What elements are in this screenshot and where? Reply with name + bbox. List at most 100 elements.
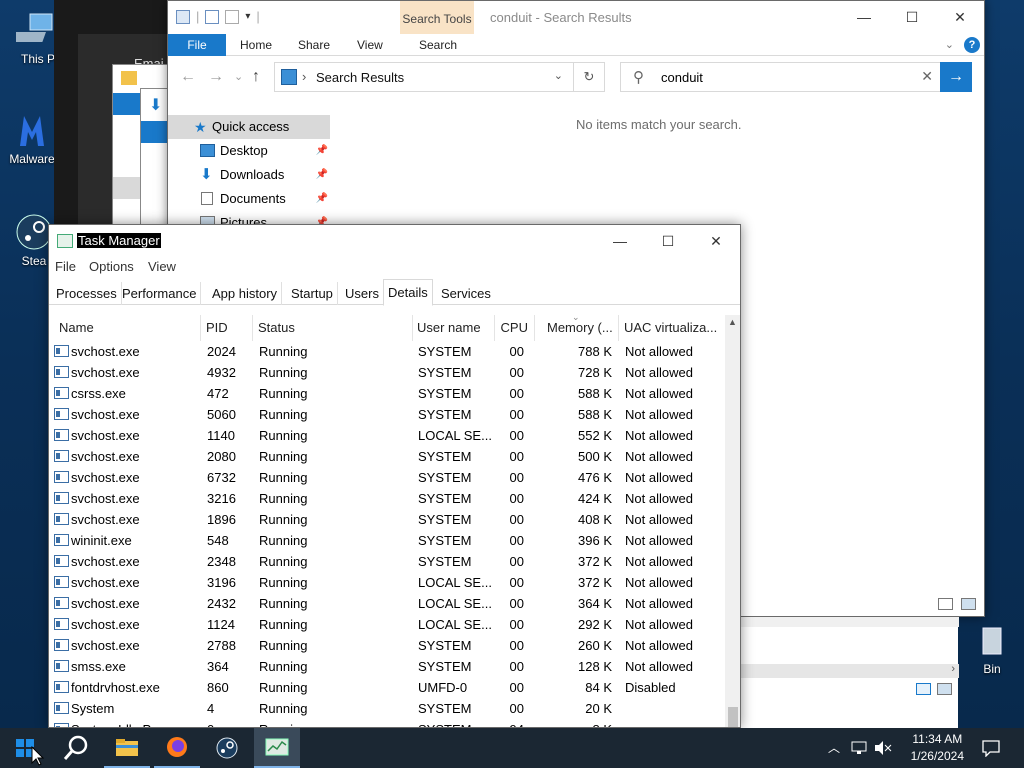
nav-item-downloads[interactable]: ⬇ Downloads 📌 xyxy=(168,163,330,187)
search-input[interactable]: conduit xyxy=(661,70,703,85)
forward-arrow-icon[interactable]: → xyxy=(208,68,224,86)
column-cpu[interactable]: CPU xyxy=(495,315,535,341)
menu-file[interactable]: File xyxy=(55,259,76,274)
search-go-button[interactable]: → xyxy=(940,62,972,92)
tab-performance[interactable]: Performance xyxy=(118,282,202,305)
task-manager-titlebar[interactable]: Task Manager — ☐ ✕ xyxy=(49,225,740,257)
ribbon-tab-share[interactable]: Share xyxy=(298,34,330,56)
process-row[interactable]: svchost.exe 1140 Running LOCAL SE... 00 552 K… xyxy=(49,425,725,446)
menu-view[interactable]: View xyxy=(148,259,176,274)
cell-name: csrss.exe xyxy=(71,386,126,401)
search-box[interactable]: ⚲ conduit ✕ xyxy=(620,62,942,92)
window-controls: — ☐ ✕ xyxy=(596,225,740,257)
process-row[interactable]: svchost.exe 1124 Running LOCAL SE... 00 292 K… xyxy=(49,614,725,635)
tab-users[interactable]: Users xyxy=(341,282,384,305)
firefox-taskbar-button[interactable] xyxy=(154,728,200,768)
nav-item-desktop[interactable]: Desktop 📌 xyxy=(168,139,330,163)
recent-locations-icon[interactable]: ⌄ xyxy=(234,70,243,83)
process-row[interactable]: wininit.exe 548 Running SYSTEM 00 396 K Not al… xyxy=(49,530,725,551)
notifications-icon[interactable] xyxy=(982,739,1000,768)
network-icon[interactable] xyxy=(851,740,867,768)
process-row[interactable]: System Idle Process 0 Running SYSTEM94 8 K xyxy=(49,719,725,727)
show-hidden-icons-icon[interactable]: ︿ xyxy=(828,728,844,768)
scroll-up-icon[interactable]: ▲ xyxy=(728,317,737,327)
search-taskbar-button[interactable] xyxy=(52,728,100,768)
column-uac-virtualization[interactable]: UAC virtualiza... xyxy=(620,315,725,341)
column-status[interactable]: Status xyxy=(254,315,413,341)
background-explorer-window-2[interactable]: ⬇ xyxy=(140,88,171,238)
column-memory[interactable]: Memory (... xyxy=(543,315,619,341)
process-row[interactable]: System 4 Running SYSTEM 00 20 K xyxy=(49,698,725,719)
breadcrumb-chevron-icon[interactable]: › xyxy=(302,69,306,84)
process-row[interactable]: svchost.exe 2024 Running SYSTEM 00 788 K Not a… xyxy=(49,341,725,362)
tab-details[interactable]: Details xyxy=(383,279,433,306)
explorer-titlebar[interactable]: | ▾ | Search Tools conduit - Search Resu… xyxy=(168,1,984,34)
ribbon-tab-view[interactable]: View xyxy=(357,34,383,56)
help-icon[interactable]: ? xyxy=(964,37,980,53)
tab-services[interactable]: Services xyxy=(437,282,495,305)
tab-processes[interactable]: Processes xyxy=(52,282,122,305)
process-row[interactable]: svchost.exe 2080 Running SYSTEM 00 500 K Not a… xyxy=(49,446,725,467)
process-row[interactable]: svchost.exe 2348 Running SYSTEM 00 372 K Not a… xyxy=(49,551,725,572)
nav-item-documents[interactable]: Documents 📌 xyxy=(168,187,330,211)
process-row[interactable]: svchost.exe 1896 Running SYSTEM 00 408 K Not a… xyxy=(49,509,725,530)
address-dropdown-icon[interactable]: ⌄ xyxy=(554,69,563,82)
pin-icon[interactable]: 📌 xyxy=(316,187,328,211)
process-row[interactable]: smss.exe 364 Running SYSTEM 00 128 K Not allow… xyxy=(49,656,725,677)
back-arrow-icon[interactable]: ← xyxy=(180,68,196,86)
process-row[interactable]: csrss.exe 472 Running SYSTEM 00 588 K Not allo… xyxy=(49,383,725,404)
ribbon-tab-search[interactable]: Search xyxy=(419,34,457,56)
vertical-scrollbar[interactable]: ▲ xyxy=(725,315,740,727)
properties-icon[interactable] xyxy=(205,9,220,24)
clear-search-icon[interactable]: ✕ xyxy=(921,68,933,85)
expand-ribbon-icon[interactable]: ⌄ xyxy=(945,38,954,51)
process-row[interactable]: svchost.exe 5060 Running SYSTEM 00 588 K Not a… xyxy=(49,404,725,425)
tab-app-history[interactable]: App history xyxy=(208,282,283,305)
process-row[interactable]: svchost.exe 2432 Running LOCAL SE... 00 364 K… xyxy=(49,593,725,614)
qat-dropdown-icon[interactable]: ▾ xyxy=(245,11,250,22)
ribbon-tab-file[interactable]: File xyxy=(168,34,226,56)
nav-item-quick-access[interactable]: ★ Quick access xyxy=(168,115,330,139)
volume-muted-icon[interactable] xyxy=(874,740,892,768)
task-manager-window[interactable]: Task Manager — ☐ ✕ File Options View Pro… xyxy=(48,224,741,728)
desktop-icon-recycle-bin[interactable]: Bin xyxy=(960,620,1024,676)
column-name[interactable]: Name xyxy=(55,315,201,341)
column-pid[interactable]: PID xyxy=(202,315,253,341)
maximize-button[interactable]: ☐ xyxy=(644,225,692,257)
new-folder-icon[interactable] xyxy=(225,9,240,24)
process-row[interactable]: svchost.exe 3196 Running LOCAL SE... 00 372 K… xyxy=(49,572,725,593)
cell-status: Running xyxy=(259,470,308,485)
cell-user-name: UMFD-0 xyxy=(418,680,468,695)
up-arrow-icon[interactable]: ↑ xyxy=(252,68,260,86)
process-row[interactable]: svchost.exe 2788 Running SYSTEM 00 260 K Not a… xyxy=(49,635,725,656)
close-button[interactable]: ✕ xyxy=(692,225,740,257)
tab-startup[interactable]: Startup xyxy=(287,282,338,305)
menu-options[interactable]: Options xyxy=(89,259,134,274)
large-icons-view-icon[interactable] xyxy=(937,683,952,695)
minimize-button[interactable]: — xyxy=(840,1,888,33)
search-tools-context-tab[interactable]: Search Tools xyxy=(400,1,474,34)
task-manager-taskbar-button[interactable] xyxy=(254,728,300,768)
details-view-icon[interactable] xyxy=(938,598,953,610)
horizontal-scrollbar[interactable]: › xyxy=(741,663,959,678)
process-row[interactable]: svchost.exe 6732 Running SYSTEM 00 476 K Not a… xyxy=(49,467,725,488)
steam-taskbar-button[interactable] xyxy=(204,728,250,768)
refresh-button[interactable]: ↻ xyxy=(573,62,605,92)
process-row[interactable]: svchost.exe 3216 Running SYSTEM 00 424 K Not a… xyxy=(49,488,725,509)
pin-icon[interactable]: 📌 xyxy=(316,139,328,163)
process-row[interactable]: fontdrvhost.exe 860 Running UMFD-0 00 84 K Dis… xyxy=(49,677,725,698)
column-user-name[interactable]: User name xyxy=(413,315,495,341)
details-view-icon[interactable] xyxy=(916,683,931,695)
taskbar-clock[interactable]: 11:34 AM 1/26/2024 xyxy=(911,731,964,765)
large-icons-view-icon[interactable] xyxy=(961,598,976,610)
file-explorer-taskbar-button[interactable] xyxy=(104,728,150,768)
minimize-button[interactable]: — xyxy=(596,225,644,257)
close-button[interactable]: ✕ xyxy=(936,1,984,33)
ribbon-tab-home[interactable]: Home xyxy=(240,34,272,56)
scrollbar-thumb[interactable] xyxy=(728,707,738,727)
maximize-button[interactable]: ☐ xyxy=(888,1,936,33)
scroll-right-icon[interactable]: › xyxy=(951,663,955,675)
address-bar[interactable]: › Search Results ⌄ xyxy=(274,62,574,92)
process-row[interactable]: svchost.exe 4932 Running SYSTEM 00 728 K Not a… xyxy=(49,362,725,383)
pin-icon[interactable]: 📌 xyxy=(316,163,328,187)
